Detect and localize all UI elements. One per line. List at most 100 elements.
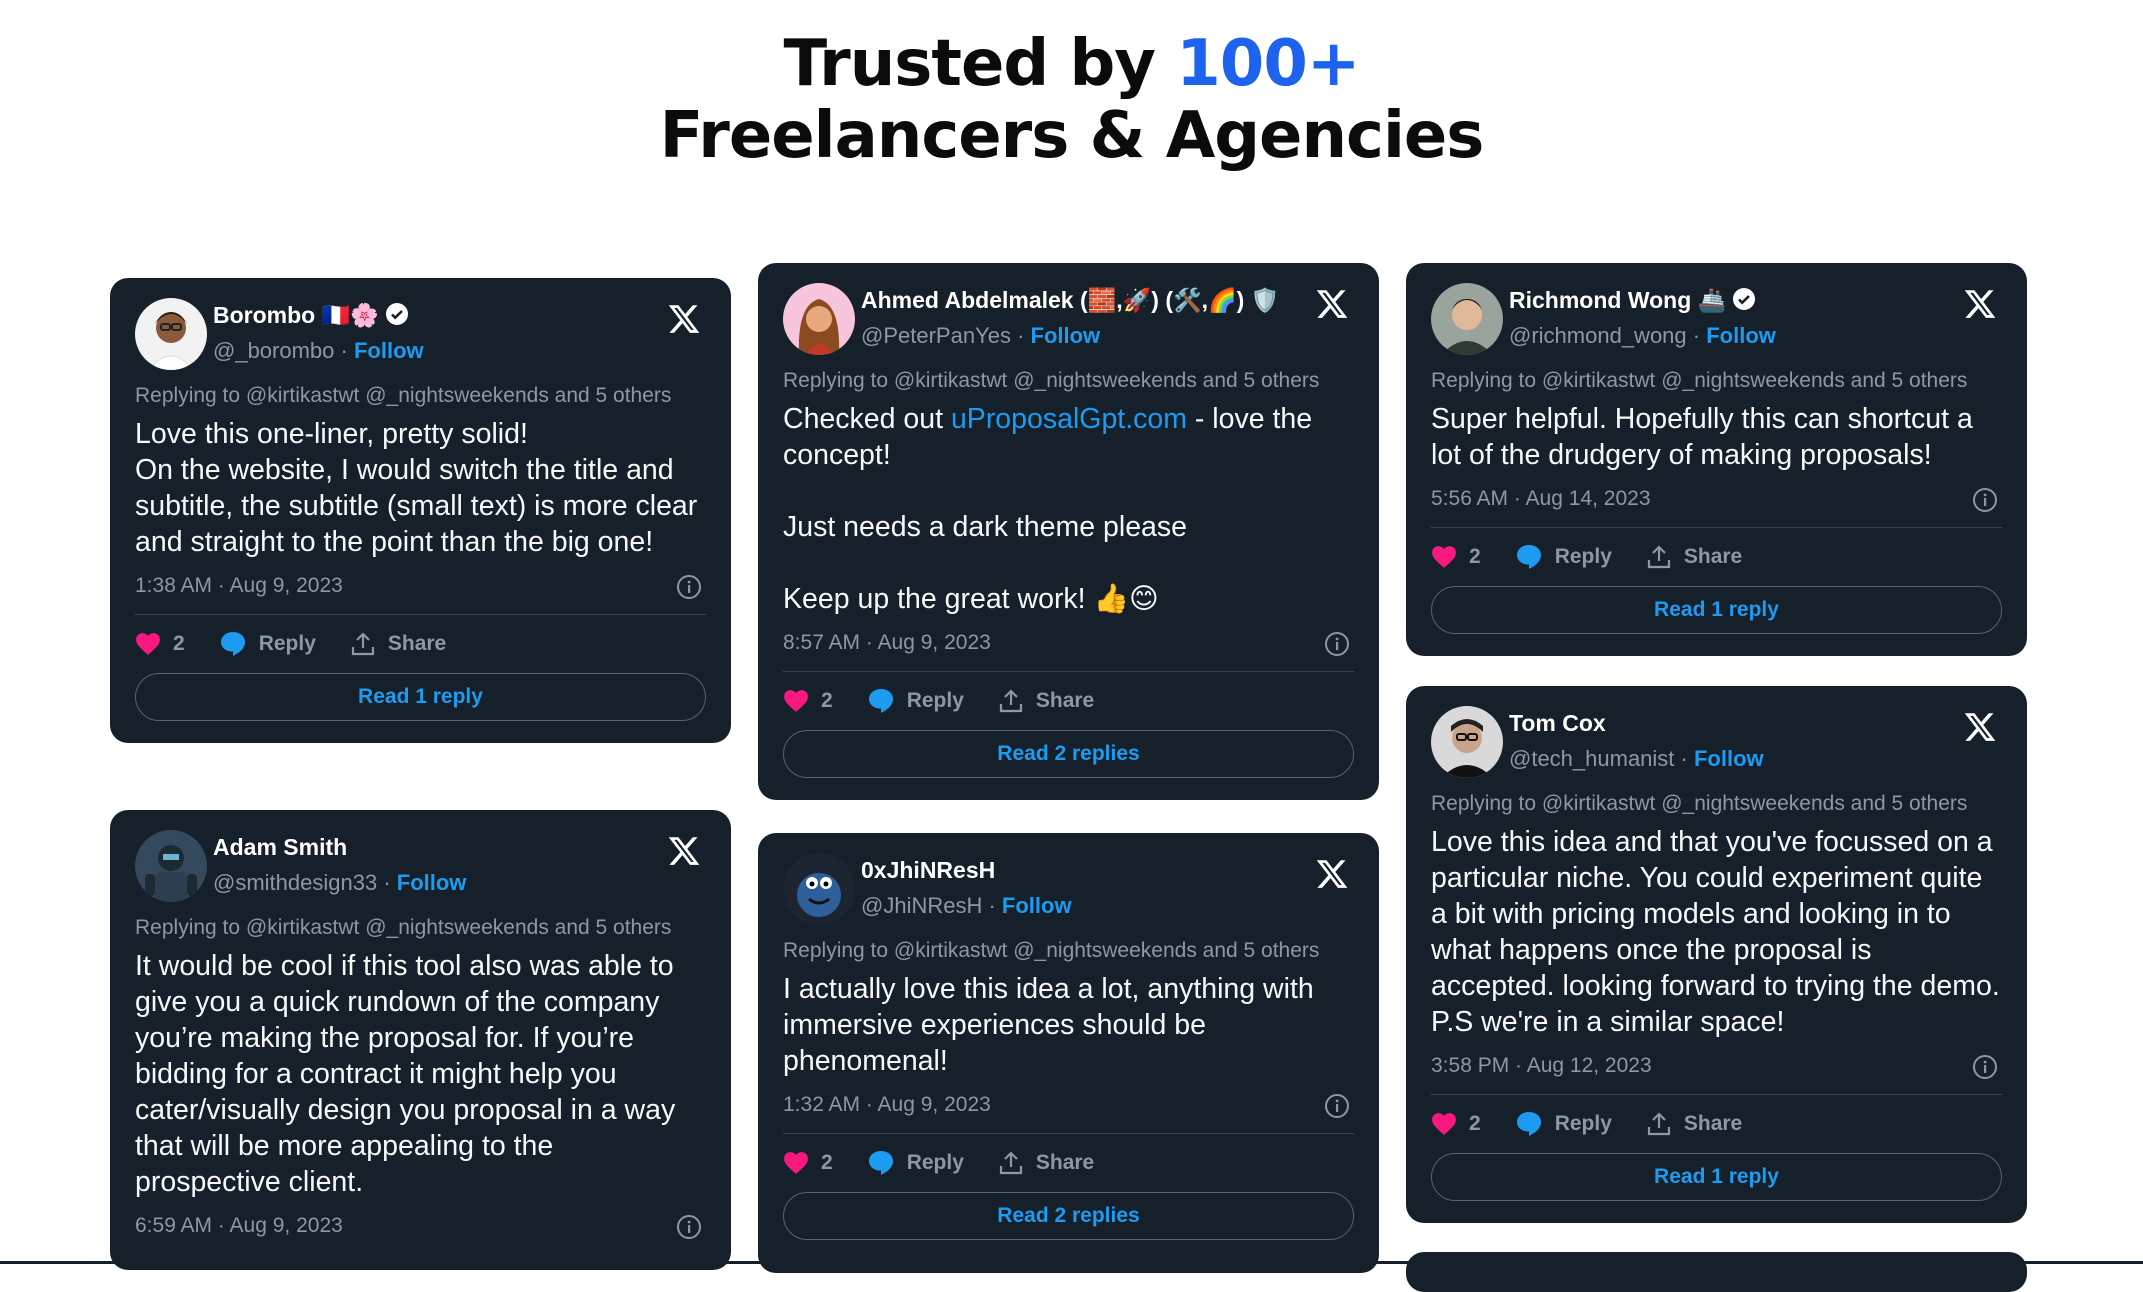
reply-bubble-icon (1516, 545, 1541, 569)
reply-label: Reply (1554, 545, 1612, 568)
info-icon[interactable] (676, 574, 702, 600)
monster-avatar-icon (783, 853, 855, 925)
info-icon[interactable] (676, 1214, 702, 1240)
follow-link[interactable]: Follow (1706, 323, 1776, 348)
tweet-card[interactable]: Richmond Wong 🚢 @richmond_wong · Follow … (1406, 263, 2027, 656)
read-replies-button[interactable]: Read 2 replies (783, 1192, 1354, 1240)
display-name[interactable]: Adam Smith (213, 834, 347, 861)
read-replies-button[interactable]: Read 1 reply (1431, 1153, 2002, 1201)
info-icon[interactable] (1972, 487, 1998, 513)
info-icon[interactable] (1324, 631, 1350, 657)
tweet-timestamp[interactable]: 5:56 AM · Aug 14, 2023 (1431, 483, 2002, 515)
display-name[interactable]: Richmond Wong 🚢 (1509, 287, 1756, 317)
share-icon (1647, 545, 1670, 569)
share-button[interactable]: Share (998, 688, 1094, 714)
avatar[interactable] (1431, 283, 1503, 355)
handle[interactable]: @JhiNResH (861, 893, 982, 918)
reply-bubble-icon (1516, 1112, 1541, 1136)
like-count: 2 (821, 1151, 833, 1174)
handle[interactable]: @richmond_wong (1509, 323, 1687, 348)
handle-line: @smithdesign33 · Follow (213, 870, 467, 895)
read-replies-button[interactable]: Read 2 replies (783, 730, 1354, 778)
display-name[interactable]: Borombo 🇫🇷🌸 (213, 302, 409, 332)
reply-label: Reply (906, 1151, 964, 1174)
avatar[interactable] (135, 830, 207, 902)
reply-bubble-icon (868, 689, 893, 713)
follow-link[interactable]: Follow (397, 870, 467, 895)
handle-line: @JhiNResH · Follow (861, 893, 1072, 918)
tweet-card[interactable]: Borombo 🇫🇷🌸 @_borombo · Follow Replying … (110, 278, 731, 743)
share-button[interactable]: Share (350, 631, 446, 657)
photo-avatar-icon (1431, 706, 1503, 778)
tweet-link[interactable]: uProposalGpt.com (951, 403, 1187, 435)
share-icon (999, 1151, 1022, 1175)
heart-icon (784, 690, 808, 712)
share-icon (1647, 1112, 1670, 1136)
tweet-card[interactable]: Ahmed Abdelmalek (🧱,🚀) (🛠️,🌈) 🛡️ @PeterP… (758, 263, 1379, 800)
timestamp-text: 8:57 AM · Aug 9, 2023 (783, 631, 991, 654)
x-logo-icon[interactable] (1963, 710, 1997, 744)
x-logo-icon[interactable] (667, 834, 701, 868)
illustrated-avatar-icon (783, 283, 855, 355)
avatar[interactable] (783, 853, 855, 925)
reply-bubble-icon (220, 632, 245, 656)
share-button[interactable]: Share (998, 1150, 1094, 1176)
reply-button[interactable]: Reply (219, 631, 316, 657)
handle[interactable]: @PeterPanYes (861, 323, 1011, 348)
x-logo-icon[interactable] (1315, 287, 1349, 321)
heading-line-1: Trusted by 100+ (0, 28, 2143, 100)
handle[interactable]: @_borombo (213, 338, 334, 363)
replying-to: Replying to @kirtikastwt @_nightsweekend… (135, 916, 672, 939)
tweet-card[interactable]: 0xJhiNResH @JhiNResH · Follow Replying t… (758, 833, 1379, 1273)
display-name-text: Borombo 🇫🇷🌸 (213, 302, 379, 328)
x-logo-icon[interactable] (1315, 857, 1349, 891)
x-logo-icon[interactable] (1963, 287, 1997, 321)
heart-icon (784, 1152, 808, 1174)
tweet-timestamp[interactable]: 1:38 AM · Aug 9, 2023 (135, 570, 706, 602)
tweet-actions: 2 Reply Share (783, 1134, 1354, 1192)
display-name[interactable]: Ahmed Abdelmalek (🧱,🚀) (🛠️,🌈) 🛡️ (861, 287, 1279, 314)
display-name[interactable]: Tom Cox (1509, 710, 1606, 737)
reply-button[interactable]: Reply (1515, 544, 1612, 570)
tweet-timestamp[interactable]: 8:57 AM · Aug 9, 2023 (783, 627, 1354, 659)
info-icon[interactable] (1324, 1093, 1350, 1119)
handle-line: @PeterPanYes · Follow (861, 323, 1101, 348)
like-button[interactable]: 2 (783, 689, 833, 713)
avatar[interactable] (135, 298, 207, 370)
like-button[interactable]: 2 (1431, 1112, 1481, 1136)
like-count: 2 (821, 689, 833, 712)
avatar[interactable] (1431, 706, 1503, 778)
reply-label: Reply (906, 689, 964, 712)
tweet-timestamp[interactable]: 1:32 AM · Aug 9, 2023 (783, 1089, 1354, 1121)
handle[interactable]: @smithdesign33 (213, 870, 377, 895)
share-button[interactable]: Share (1646, 544, 1742, 570)
avatar[interactable] (783, 283, 855, 355)
tweet-card[interactable]: Adam Smith @smithdesign33 · Follow Reply… (110, 810, 731, 1270)
tweet-timestamp[interactable]: 3:58 PM · Aug 12, 2023 (1431, 1050, 2002, 1082)
share-button[interactable]: Share (1646, 1111, 1742, 1137)
tweet-card[interactable]: Tom Cox @tech_humanist · Follow Replying… (1406, 686, 2027, 1223)
reply-button[interactable]: Reply (867, 1150, 964, 1176)
display-name[interactable]: 0xJhiNResH (861, 857, 995, 884)
follow-link[interactable]: Follow (1002, 893, 1072, 918)
follow-link[interactable]: Follow (354, 338, 424, 363)
x-logo-icon[interactable] (667, 302, 701, 336)
info-icon[interactable] (1972, 1054, 1998, 1080)
handle-line: @tech_humanist · Follow (1509, 746, 1764, 771)
display-name-text: Richmond Wong 🚢 (1509, 287, 1727, 313)
like-button[interactable]: 2 (135, 632, 185, 656)
tweet-text: Checked out uProposalGpt.com - love the … (783, 401, 1354, 617)
replying-to: Replying to @kirtikastwt @_nightsweekend… (783, 939, 1320, 962)
like-button[interactable]: 2 (783, 1151, 833, 1175)
follow-link[interactable]: Follow (1031, 323, 1101, 348)
handle[interactable]: @tech_humanist (1509, 746, 1674, 771)
reply-button[interactable]: Reply (1515, 1111, 1612, 1137)
tweet-card-partial (1406, 1252, 2027, 1292)
reply-button[interactable]: Reply (867, 688, 964, 714)
follow-link[interactable]: Follow (1694, 746, 1764, 771)
tweet-timestamp[interactable]: 6:59 AM · Aug 9, 2023 (135, 1210, 706, 1242)
read-replies-button[interactable]: Read 1 reply (135, 673, 706, 721)
read-replies-button[interactable]: Read 1 reply (1431, 586, 2002, 634)
tweet-header: Tom Cox @tech_humanist · Follow (1431, 706, 2002, 782)
like-button[interactable]: 2 (1431, 545, 1481, 569)
